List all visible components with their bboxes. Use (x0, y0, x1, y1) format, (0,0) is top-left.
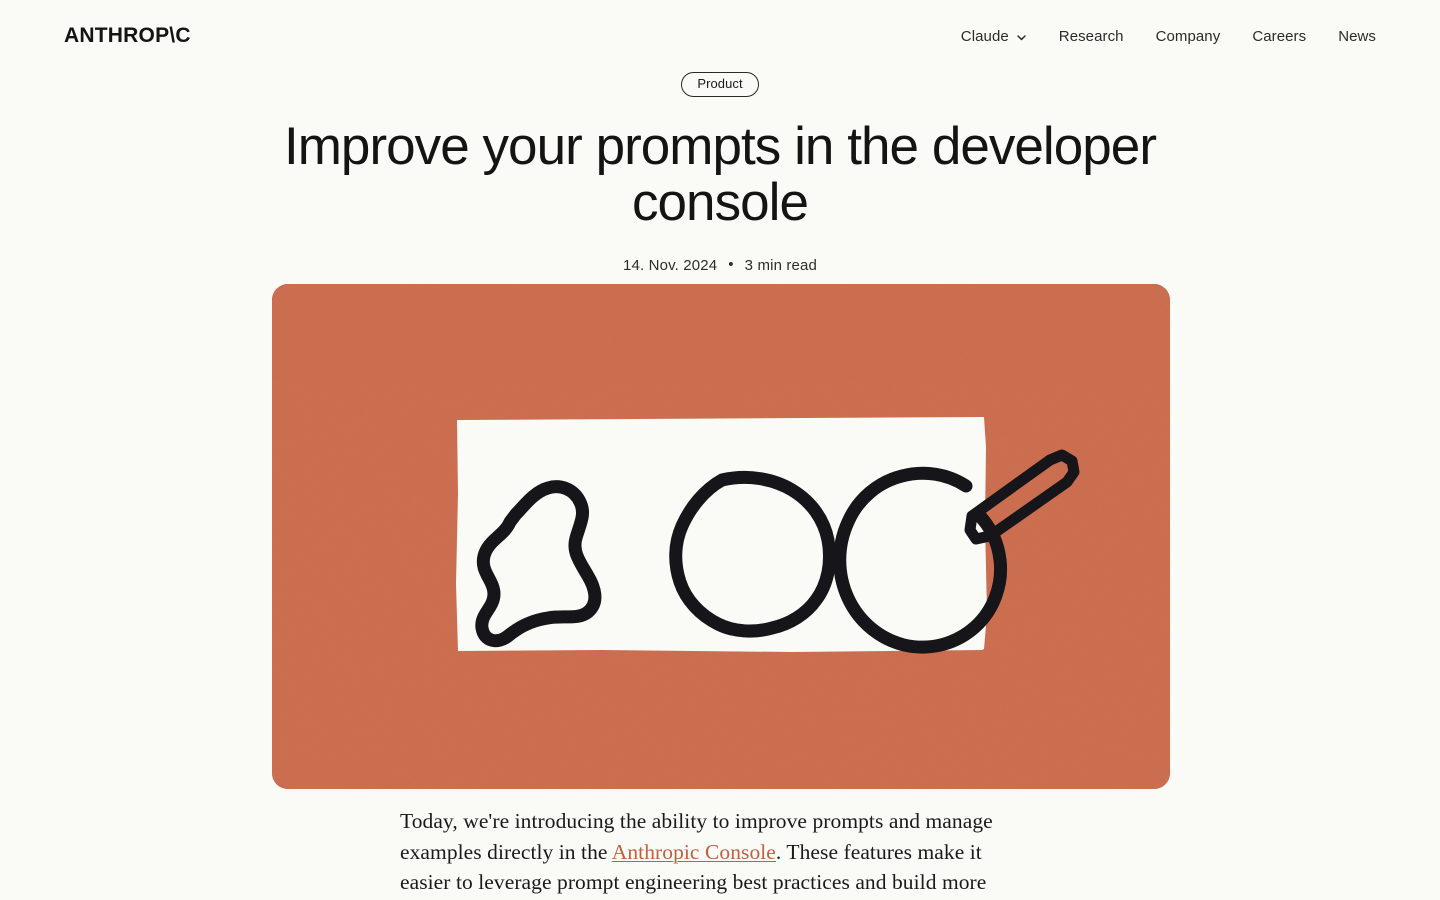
nav-item-news[interactable]: News (1322, 22, 1376, 51)
page-title: Improve your prompts in the developer co… (283, 117, 1157, 233)
nav-item-company[interactable]: Company (1140, 22, 1237, 51)
primary-navigation: Claude Research Company Careers News (945, 22, 1376, 51)
category-badge-row: Product (0, 72, 1440, 98)
hero-artwork (272, 284, 1170, 789)
publish-date: 14. Nov. 2024 (622, 256, 718, 274)
body-paragraph: Today, we're introducing the ability to … (400, 806, 1012, 898)
article-body: Today, we're introducing the ability to … (400, 806, 1012, 898)
site-header: ANTHROP\C Claude Research Company Career… (0, 0, 1440, 72)
category-badge[interactable]: Product (681, 72, 759, 98)
nav-item-label: News (1338, 27, 1376, 45)
hero-illustration (272, 284, 1170, 789)
nav-item-research[interactable]: Research (1043, 22, 1140, 51)
chevron-down-icon (1016, 32, 1027, 43)
nav-item-label: Research (1058, 27, 1124, 45)
meta-separator: • (728, 255, 734, 273)
anthropic-console-link[interactable]: Anthropic Console (612, 840, 776, 864)
nav-item-label: Company (1155, 27, 1221, 45)
article-meta: 14. Nov. 2024 • 3 min read (0, 255, 1440, 274)
nav-item-claude[interactable]: Claude (945, 22, 1043, 51)
read-time: 3 min read (744, 256, 818, 274)
nav-item-careers[interactable]: Careers (1236, 22, 1322, 51)
nav-item-label: Careers (1252, 27, 1307, 45)
nav-item-label: Claude (960, 27, 1009, 45)
article-header: Product Improve your prompts in the deve… (0, 72, 1440, 274)
anthropic-logo[interactable]: ANTHROP\C (64, 24, 191, 48)
